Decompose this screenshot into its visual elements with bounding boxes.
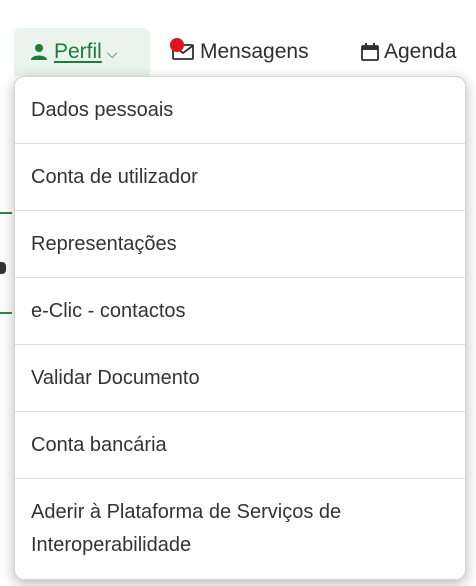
menu-item-label: Dados pessoais: [31, 98, 174, 121]
menu-item-label: Aderir à Plataforma de Serviços de Inter…: [31, 501, 342, 556]
menu-item-aderir-plataforma[interactable]: Aderir à Plataforma de Serviços de Inter…: [15, 479, 465, 579]
menu-item-conta-utilizador[interactable]: Conta de utilizador: [15, 144, 465, 211]
perfil-dropdown-menu: Dados pessoais Conta de utilizador Repre…: [14, 76, 466, 580]
notification-dot: [170, 38, 184, 52]
nav-agenda-tab[interactable]: Agenda: [360, 28, 456, 76]
chevron-down-icon: ⌵: [106, 45, 118, 61]
nav-agenda-label: Agenda: [384, 40, 457, 63]
menu-item-validar-documento[interactable]: Validar Documento: [15, 345, 465, 412]
nav-perfil-label: Perfil: [54, 40, 102, 63]
calendar-icon: [361, 43, 379, 61]
background-bullet: [0, 262, 6, 274]
top-navbar: Perfil ⌵ Mensagens Agenda: [0, 0, 476, 86]
nav-mensagens-label: Mensagens: [200, 40, 309, 63]
menu-item-label: Conta bancária: [31, 433, 167, 456]
user-icon: [31, 44, 47, 60]
menu-item-label: e-Clic - contactos: [31, 299, 186, 322]
menu-item-label: Validar Documento: [31, 366, 200, 389]
nav-perfil-tab[interactable]: Perfil ⌵: [14, 28, 150, 76]
menu-item-label: Conta de utilizador: [31, 165, 198, 188]
menu-item-conta-bancaria[interactable]: Conta bancária: [15, 412, 465, 479]
menu-item-eclic-contactos[interactable]: e-Clic - contactos: [15, 278, 465, 345]
background-divider: [0, 312, 12, 314]
menu-item-label: Representações: [31, 232, 177, 255]
nav-mensagens-tab[interactable]: Mensagens: [164, 28, 309, 76]
menu-item-representacoes[interactable]: Representações: [15, 211, 465, 278]
background-divider: [0, 212, 12, 214]
menu-item-dados-pessoais[interactable]: Dados pessoais: [15, 77, 465, 144]
